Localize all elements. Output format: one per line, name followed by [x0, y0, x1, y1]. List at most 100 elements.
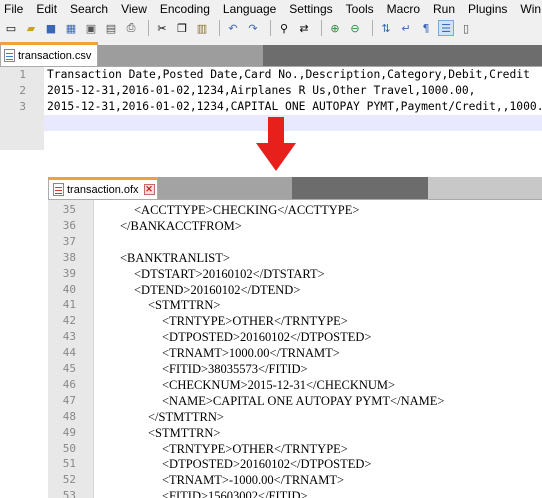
tab-label: transaction.ofx	[67, 183, 139, 196]
line-number: 40	[62, 282, 76, 296]
code-line[interactable]: 37	[48, 234, 542, 250]
line-text: <TRNTYPE>OTHER</TRNTYPE>	[162, 314, 348, 329]
line-number: 35	[62, 203, 76, 216]
new-file-icon[interactable]: ▭	[3, 20, 19, 36]
line-number: 46	[62, 377, 76, 391]
menu-item-run[interactable]: Run	[433, 2, 455, 16]
code-line[interactable]: 49 <STMTTRN>	[48, 425, 542, 441]
line-text: 2015-12-31,2016-01-02,1234,Airplanes R U…	[47, 84, 476, 97]
line-number: 36	[62, 218, 76, 232]
menu-item-file[interactable]: File	[4, 2, 23, 16]
ofx-editor-window: transaction.ofx ✕ 35 <ACCTTYPE>CHECKING</…	[48, 177, 542, 498]
zoom-in-icon[interactable]: ⊕	[327, 20, 343, 36]
line-text: </BANKACCTFROM>	[120, 218, 242, 233]
code-line[interactable]: 44 <TRNAMT>1000.00</TRNAMT>	[48, 345, 542, 361]
undo-icon[interactable]: ↶	[225, 20, 241, 36]
word-wrap-icon[interactable]: ↵	[398, 20, 414, 36]
ofx-tab-bar: transaction.ofx ✕	[48, 177, 542, 199]
tab-bar-background	[98, 45, 542, 66]
close-icon[interactable]: ▣	[83, 20, 99, 36]
line-number: 41	[62, 298, 76, 312]
line-text: <STMTTRN>	[148, 298, 221, 313]
cut-icon[interactable]: ✂	[154, 20, 170, 36]
line-number: 44	[62, 346, 76, 360]
code-line[interactable]: 46 <CHECKNUM>2015-12-31</CHECKNUM>	[48, 377, 542, 393]
menu-item-tools[interactable]: Tools	[346, 2, 374, 16]
line-text: <BANKTRANLIST>	[120, 250, 230, 265]
line-number: 49	[62, 425, 76, 439]
line-number: 1	[19, 68, 26, 81]
code-line[interactable]: 43 <DTPOSTED>20160102</DTPOSTED>	[48, 329, 542, 345]
code-line[interactable]: 51 <DTPOSTED>20160102</DTPOSTED>	[48, 456, 542, 472]
code-line[interactable]: 45 <FITID>38035573</FITID>	[48, 361, 542, 377]
line-number: 2	[19, 84, 26, 97]
code-line[interactable]: 39 <DTSTART>20160102</DTSTART>	[48, 266, 542, 282]
tab-transaction-ofx[interactable]: transaction.ofx ✕	[48, 177, 158, 199]
code-line[interactable]: 47 <NAME>CAPITAL ONE AUTOPAY PYMT</NAME>	[48, 393, 542, 409]
menu-item-settings[interactable]: Settings	[289, 2, 332, 16]
save-icon[interactable]: ■	[43, 20, 59, 36]
code-line[interactable]: 42 <TRNTYPE>OTHER</TRNTYPE>	[48, 313, 542, 329]
line-text: <TRNAMT>1000.00</TRNAMT>	[162, 346, 340, 361]
menu-item-encoding[interactable]: Encoding	[160, 2, 210, 16]
code-line[interactable]: 38 <BANKTRANLIST>	[48, 250, 542, 266]
code-line[interactable]: 50 <TRNTYPE>OTHER</TRNTYPE>	[48, 441, 542, 457]
save-all-icon[interactable]: ▦	[63, 20, 79, 36]
toolbar-separator	[148, 20, 149, 36]
zoom-out-icon[interactable]: ⊖	[347, 20, 363, 36]
line-number: 37	[62, 234, 76, 248]
line-text: <TRNAMT>-1000.00</TRNAMT>	[162, 473, 345, 488]
file-icon	[4, 49, 15, 62]
indent-guide-icon[interactable]: ☰	[438, 20, 454, 36]
line-number: 47	[62, 393, 76, 407]
line-number: 3	[19, 100, 26, 113]
menu-item-macro[interactable]: Macro	[387, 2, 420, 16]
line-number: 48	[62, 409, 76, 423]
line-text: <FITID>15603002</FITID>	[162, 489, 308, 498]
menu-item-language[interactable]: Language	[223, 2, 276, 16]
line-text: <DTPOSTED>20160102</DTPOSTED>	[162, 330, 372, 345]
csv-tab-bar: transaction.csv	[0, 42, 542, 66]
line-text: <CHECKNUM>2015-12-31</CHECKNUM>	[162, 377, 396, 392]
menu-item-edit[interactable]: Edit	[36, 2, 57, 16]
menu-item-plugins[interactable]: Plugins	[468, 2, 507, 16]
replace-icon[interactable]: ⇄	[296, 20, 312, 36]
toolbar: ▭ ▰ ■ ▦ ▣ ▤ ⎙ ✂ ❐ ▥ ↶ ↷ ⚲ ⇄ ⊕ ⊖ ⇅ ↵ ¶ ☰ …	[0, 17, 542, 39]
ofx-text-area[interactable]: 35 <ACCTTYPE>CHECKING</ACCTTYPE> 36 </BANKA…	[48, 199, 542, 498]
file-icon	[53, 183, 64, 196]
menu-item-search[interactable]: Search	[70, 2, 108, 16]
menu-item-win[interactable]: Win	[520, 2, 541, 16]
code-line[interactable]: 53 <FITID>15603002</FITID>	[48, 488, 542, 498]
code-line[interactable]: 48 </STMTTRN>	[48, 409, 542, 425]
line-text: <DTSTART>20160102</DTSTART>	[134, 266, 325, 281]
show-all-chars-icon[interactable]: ¶	[418, 20, 434, 36]
tab-label: transaction.csv	[18, 49, 92, 62]
code-line[interactable]: 52 <TRNAMT>-1000.00</TRNAMT>	[48, 472, 542, 488]
line-number: 50	[62, 441, 76, 455]
tab-transaction-csv[interactable]: transaction.csv	[0, 42, 98, 66]
doc-map-icon[interactable]: ▯	[458, 20, 474, 36]
toolbar-separator	[321, 20, 322, 36]
line-number: 39	[62, 266, 76, 280]
print-icon[interactable]: ⎙	[123, 20, 139, 36]
down-arrow-icon	[256, 117, 296, 171]
copy-icon[interactable]: ❐	[174, 20, 190, 36]
line-text: Transaction Date,Posted Date,Card No.,De…	[47, 68, 530, 81]
toolbar-separator	[270, 20, 271, 36]
paste-icon[interactable]: ▥	[194, 20, 210, 36]
toolbar-separator	[219, 20, 220, 36]
line-text: <ACCTTYPE>CHECKING</ACCTTYPE>	[134, 203, 360, 217]
code-line[interactable]: 40 <DTEND>20160102</DTEND>	[48, 282, 542, 298]
code-line[interactable]: 36 </BANKACCTFROM>	[48, 218, 542, 234]
line-number: 43	[62, 330, 76, 344]
code-line[interactable]: 35 <ACCTTYPE>CHECKING</ACCTTYPE>	[48, 202, 542, 218]
menu-item-view[interactable]: View	[121, 2, 147, 16]
code-line[interactable]: 41 <STMTTRN>	[48, 297, 542, 313]
redo-icon[interactable]: ↷	[245, 20, 261, 36]
find-icon[interactable]: ⚲	[276, 20, 292, 36]
close-all-icon[interactable]: ▤	[103, 20, 119, 36]
sync-scroll-icon[interactable]: ⇅	[378, 20, 394, 36]
open-file-icon[interactable]: ▰	[23, 20, 39, 36]
line-text: <DTPOSTED>20160102</DTPOSTED>	[162, 457, 372, 472]
close-tab-icon[interactable]: ✕	[143, 184, 155, 195]
